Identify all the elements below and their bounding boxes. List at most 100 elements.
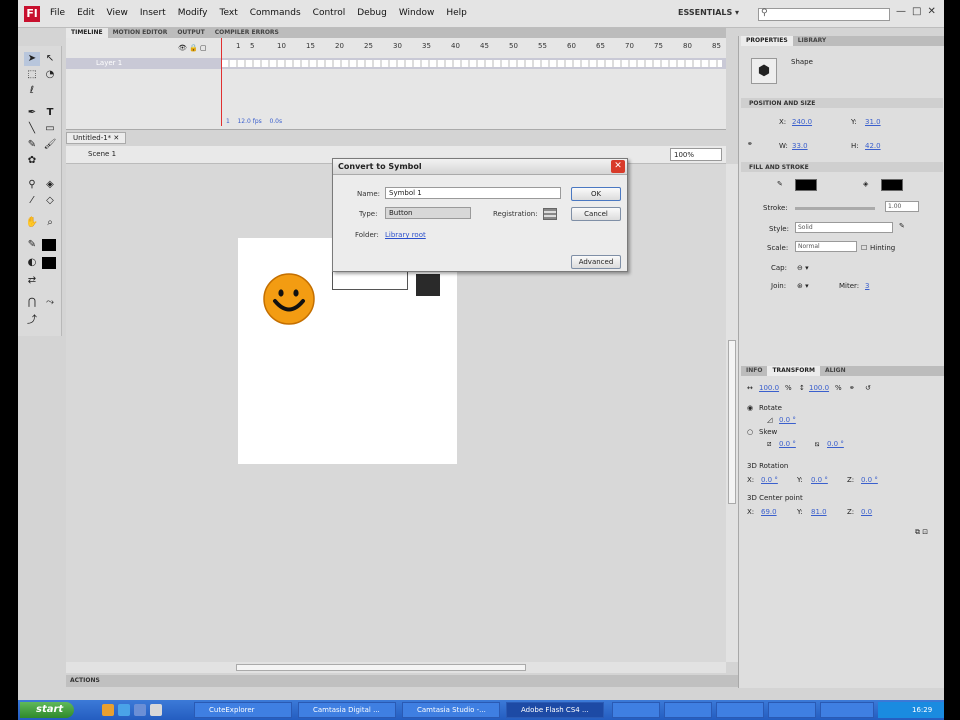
snap-magnet-icon[interactable]: ⋂ bbox=[24, 296, 40, 310]
task-toolbar-4[interactable] bbox=[768, 702, 816, 718]
y-value[interactable]: 31.0 bbox=[865, 118, 881, 126]
quicklaunch-desktop-icon[interactable] bbox=[150, 704, 162, 716]
black-shape[interactable] bbox=[416, 274, 440, 296]
skew-v-value[interactable]: 0.0 ° bbox=[827, 440, 844, 448]
actions-panel-header[interactable]: ACTIONS bbox=[66, 675, 738, 687]
section-position-size[interactable]: POSITION AND SIZE bbox=[741, 98, 943, 108]
quicklaunch-media-icon[interactable] bbox=[134, 704, 146, 716]
tab-timeline[interactable]: TIMELINE bbox=[66, 28, 108, 38]
join-select[interactable]: ⊛ ▾ bbox=[797, 282, 809, 290]
layer-visibility-icons[interactable]: 👁 🔒 ▢ bbox=[178, 44, 207, 52]
menu-insert[interactable]: Insert bbox=[140, 8, 166, 18]
fill-color-picker[interactable] bbox=[881, 179, 903, 191]
task-toolbar-2[interactable] bbox=[664, 702, 712, 718]
cx-value[interactable]: 69.0 bbox=[761, 508, 777, 516]
style-select[interactable]: Solid bbox=[795, 222, 893, 233]
menu-window[interactable]: Window bbox=[399, 8, 435, 18]
workspace-switcher[interactable]: ESSENTIALS ▾ bbox=[678, 8, 739, 17]
height-scale-value[interactable]: 100.0 bbox=[809, 384, 829, 392]
symbol-type-select[interactable]: Button bbox=[385, 207, 471, 219]
cy-value[interactable]: 81.0 bbox=[811, 508, 827, 516]
task-toolbar-5[interactable] bbox=[820, 702, 874, 718]
task-camtasia-digital[interactable]: Camtasia Digital ... bbox=[298, 702, 396, 718]
dialog-title[interactable]: Convert to Symbol bbox=[333, 159, 627, 175]
start-button[interactable]: start bbox=[20, 702, 74, 718]
advanced-button[interactable]: Advanced bbox=[571, 255, 621, 269]
hand-tool-icon[interactable]: ✋ bbox=[24, 216, 40, 230]
swap-colors-icon[interactable]: ⇄ bbox=[24, 274, 40, 288]
zoom-tool-icon[interactable]: ⌕ bbox=[42, 216, 58, 230]
tab-compiler-errors[interactable]: COMPILER ERRORS bbox=[210, 28, 284, 38]
width-scale-value[interactable]: 100.0 bbox=[759, 384, 779, 392]
menu-edit[interactable]: Edit bbox=[77, 8, 94, 18]
duplicate-transform-icon[interactable]: ⧉ ⊡ bbox=[915, 528, 928, 537]
tab-library[interactable]: LIBRARY bbox=[793, 36, 832, 46]
hinting-checkbox[interactable]: ☐ bbox=[861, 244, 867, 252]
menu-help[interactable]: Help bbox=[446, 8, 467, 18]
edit-stroke-style-icon[interactable]: ✎ bbox=[899, 222, 905, 230]
section-fill-stroke[interactable]: FILL AND STROKE bbox=[741, 162, 943, 172]
minimize-button[interactable]: — bbox=[896, 6, 906, 17]
skew-radio[interactable]: ○ bbox=[747, 428, 753, 436]
free-transform-tool-icon[interactable]: ⬚ bbox=[24, 68, 40, 82]
rotate-value[interactable]: 0.0 ° bbox=[779, 416, 796, 424]
menu-modify[interactable]: Modify bbox=[178, 8, 208, 18]
rz-value[interactable]: 0.0 ° bbox=[861, 476, 878, 484]
reset-icon[interactable]: ↺ bbox=[865, 384, 871, 392]
frame-cells[interactable] bbox=[222, 60, 722, 67]
horizontal-scroll-thumb[interactable] bbox=[236, 664, 526, 671]
menu-debug[interactable]: Debug bbox=[357, 8, 387, 18]
menu-commands[interactable]: Commands bbox=[250, 8, 301, 18]
text-tool-icon[interactable]: T bbox=[42, 106, 58, 120]
task-toolbar-1[interactable] bbox=[612, 702, 660, 718]
layer-row[interactable]: Layer 1 bbox=[66, 58, 726, 69]
fill-color-swatch[interactable] bbox=[42, 257, 56, 269]
folder-link[interactable]: Library root bbox=[385, 231, 426, 239]
task-camtasia-studio[interactable]: Camtasia Studio -... bbox=[402, 702, 500, 718]
tab-motion-editor[interactable]: MOTION EDITOR bbox=[108, 28, 173, 38]
maximize-button[interactable]: □ bbox=[912, 6, 921, 17]
pen-tool-icon[interactable]: ✒ bbox=[24, 106, 40, 120]
miter-value[interactable]: 3 bbox=[865, 282, 869, 290]
playhead[interactable] bbox=[221, 38, 222, 126]
x-value[interactable]: 240.0 bbox=[792, 118, 812, 126]
cancel-button[interactable]: Cancel bbox=[571, 207, 621, 221]
constrain-icon[interactable]: ⚭ bbox=[849, 384, 855, 392]
tray-clock[interactable]: 16:29 bbox=[912, 706, 932, 714]
frame-rate[interactable]: 12.0 fps bbox=[237, 118, 261, 125]
symbol-name-input[interactable]: Symbol 1 bbox=[385, 187, 561, 199]
dialog-close-icon[interactable]: ✕ bbox=[611, 160, 625, 173]
selection-tool-icon[interactable]: ➤ bbox=[24, 52, 40, 66]
tab-transform[interactable]: TRANSFORM bbox=[767, 366, 820, 376]
brush-tool-icon[interactable]: 🖌 bbox=[42, 138, 58, 152]
menu-text[interactable]: Text bbox=[220, 8, 238, 18]
quicklaunch-folder-icon[interactable] bbox=[102, 704, 114, 716]
cz-value[interactable]: 0.0 bbox=[861, 508, 872, 516]
document-tab[interactable]: Untitled-1* ✕ bbox=[66, 132, 127, 144]
rx-value[interactable]: 0.0 ° bbox=[761, 476, 778, 484]
skew-h-value[interactable]: 0.0 ° bbox=[779, 440, 796, 448]
close-button[interactable]: ✕ bbox=[927, 6, 935, 17]
eyedropper-tool-icon[interactable]: ⁄ bbox=[24, 194, 40, 208]
w-value[interactable]: 33.0 bbox=[792, 142, 808, 150]
zoom-select[interactable]: 100% bbox=[670, 148, 722, 161]
straighten-icon[interactable]: ⤴ bbox=[24, 314, 40, 328]
stroke-slider[interactable] bbox=[795, 207, 875, 210]
bone-tool-icon[interactable]: ⚲ bbox=[24, 178, 40, 192]
vertical-scroll-thumb[interactable] bbox=[728, 340, 736, 504]
stroke-input[interactable]: 1.00 bbox=[885, 201, 919, 212]
cap-select[interactable]: ⊖ ▾ bbox=[797, 264, 809, 272]
scene-breadcrumb[interactable]: Scene 1 bbox=[88, 150, 116, 158]
stroke-color-picker[interactable] bbox=[795, 179, 817, 191]
task-toolbar-3[interactable] bbox=[716, 702, 764, 718]
h-value[interactable]: 42.0 bbox=[865, 142, 881, 150]
smiley-face-shape[interactable] bbox=[262, 272, 316, 326]
help-search-input[interactable]: ⚲ bbox=[758, 8, 890, 21]
rectangle-tool-icon[interactable]: ▭ bbox=[42, 122, 58, 136]
menu-view[interactable]: View bbox=[107, 8, 128, 18]
quicklaunch-browser-icon[interactable] bbox=[118, 704, 130, 716]
rotate-radio[interactable]: ◉ bbox=[747, 404, 753, 412]
3d-rotation-tool-icon[interactable]: ◔ bbox=[42, 68, 58, 82]
menu-control[interactable]: Control bbox=[313, 8, 346, 18]
line-tool-icon[interactable]: ╲ bbox=[24, 122, 40, 136]
